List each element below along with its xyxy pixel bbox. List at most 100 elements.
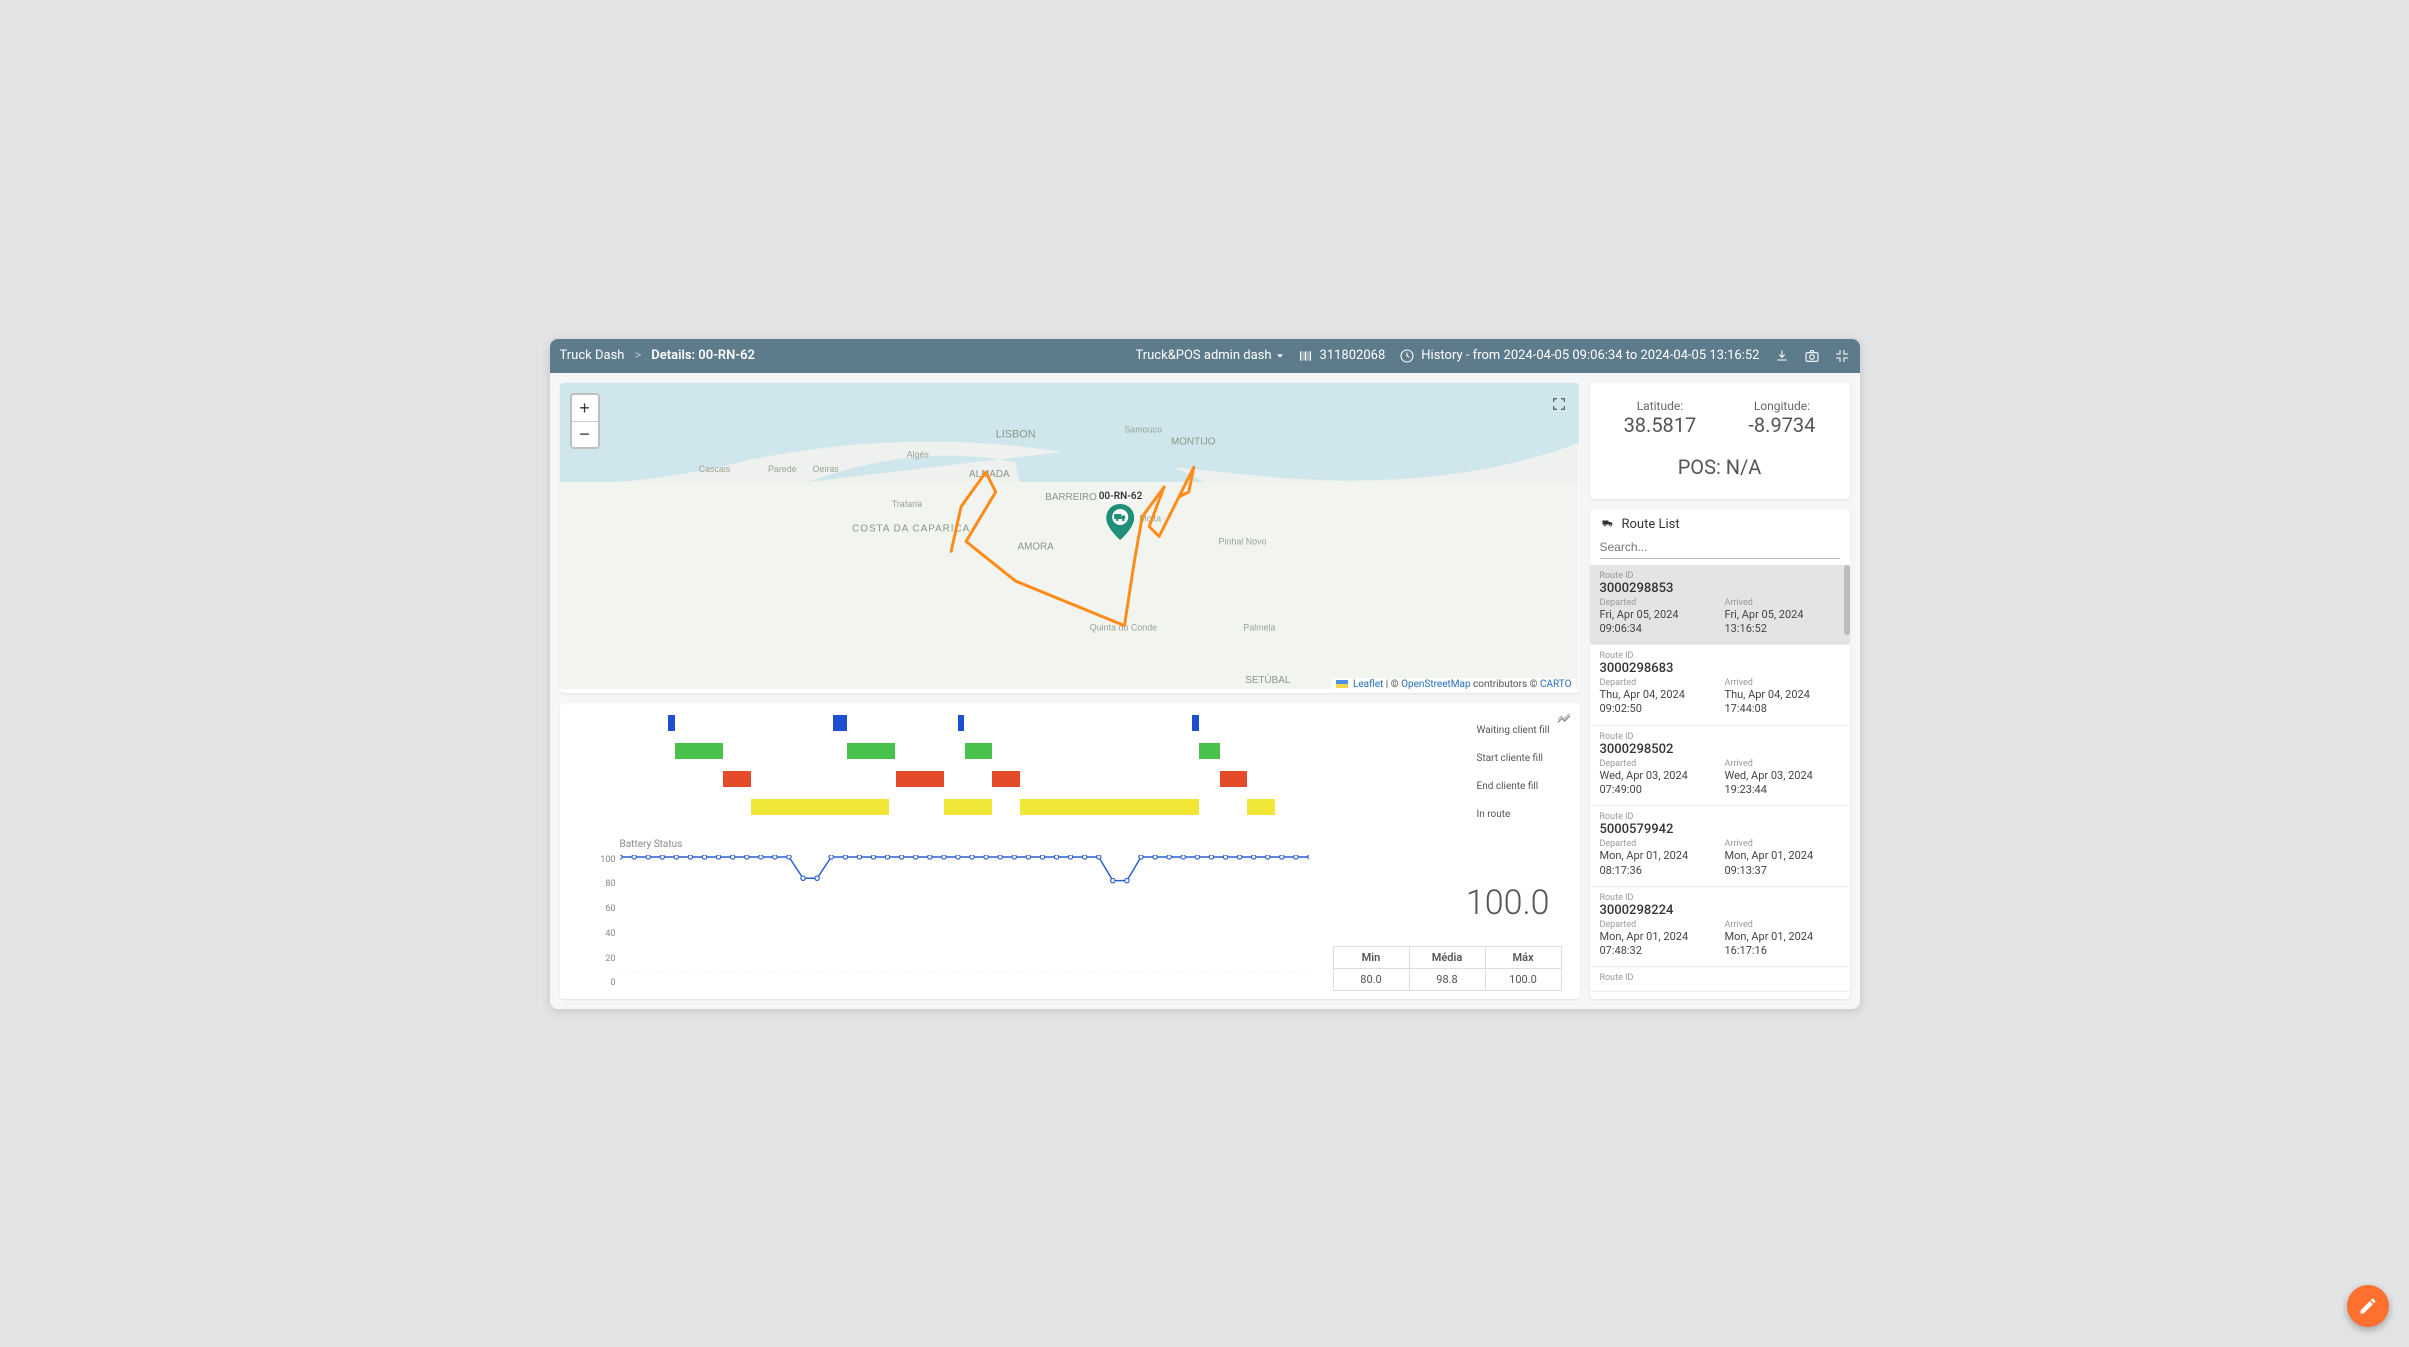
breadcrumb-root[interactable]: Truck Dash — [560, 348, 625, 363]
dashboard-switcher[interactable]: Truck&POS admin dash — [1135, 348, 1283, 363]
data-point — [998, 855, 1002, 859]
right-column: Latitude: 38.5817 Longitude: -8.9734 POS… — [1590, 383, 1850, 999]
stat-min-label: Min — [1334, 947, 1410, 969]
departed-label: Departed — [1600, 598, 1715, 608]
history-label: History - from 2024-04-05 09:06:34 to 20… — [1421, 348, 1759, 363]
svg-text:MONTIJO: MONTIJO — [1170, 436, 1215, 447]
legend-item: Start cliente fill — [1477, 745, 1550, 773]
data-point — [772, 855, 776, 859]
data-point — [744, 855, 748, 859]
data-point — [1293, 855, 1297, 859]
route-item[interactable]: Route ID3000298224DepartedMon, Apr 01, 2… — [1590, 887, 1850, 968]
device-id-block[interactable]: 311802068 — [1298, 348, 1386, 364]
data-point — [899, 855, 903, 859]
chevron-down-icon — [1276, 352, 1284, 360]
battery-y-axis: 100806040200 — [592, 855, 616, 989]
collapse-icon[interactable] — [1834, 348, 1850, 364]
truck-pin-icon — [1107, 504, 1135, 540]
departed-label: Departed — [1600, 839, 1715, 849]
route-search-wrapper — [1590, 536, 1850, 565]
route-id-label: Route ID — [1600, 732, 1840, 742]
header-actions: Truck&POS admin dash 311802068 History -… — [1135, 348, 1849, 364]
main-content: Cascais Parede Oeiras Algés LISBON Samou… — [550, 373, 1860, 1009]
y-tick-label: 60 — [592, 904, 616, 914]
svg-text:Trafaria: Trafaria — [891, 498, 921, 508]
battery-stats-table: Min 80.0 Média 98.8 Máx 100.0 — [1333, 946, 1562, 991]
scrollbar-thumb[interactable] — [1844, 565, 1850, 635]
camera-icon[interactable] — [1804, 348, 1820, 364]
route-id-value: 3000298502 — [1600, 742, 1840, 757]
svg-text:Pinhal Novo: Pinhal Novo — [1218, 536, 1266, 546]
gantt-bar — [1247, 799, 1275, 815]
gantt-bar — [958, 715, 965, 731]
data-point — [941, 855, 945, 859]
data-point — [1181, 855, 1185, 859]
data-point — [1166, 855, 1170, 859]
gantt-bar — [1192, 715, 1199, 731]
download-icon[interactable] — [1774, 348, 1790, 364]
data-point — [885, 855, 889, 859]
stat-max-value: 100.0 — [1486, 969, 1562, 991]
route-id-value: 3000298683 — [1600, 661, 1840, 676]
app-header: Truck Dash > Details: 00-RN-62 Truck&POS… — [550, 339, 1860, 373]
gantt-bar — [847, 743, 895, 759]
route-id-label: Route ID — [1600, 571, 1840, 581]
gantt-bar — [668, 715, 675, 731]
carto-link[interactable]: CARTO — [1540, 679, 1572, 690]
arrived-label: Arrived — [1725, 759, 1840, 769]
data-point — [631, 855, 635, 859]
data-point — [786, 855, 790, 859]
route-item[interactable]: Route ID — [1590, 967, 1850, 992]
map-zoom-controls: + − — [570, 393, 600, 449]
route-list-title: Route List — [1622, 517, 1680, 532]
data-point — [800, 876, 804, 880]
route-item[interactable]: Route ID3000298853DepartedFri, Apr 05, 2… — [1590, 565, 1850, 646]
arrived-value: Thu, Apr 04, 2024 17:44:08 — [1725, 688, 1840, 717]
data-point — [1026, 855, 1030, 859]
app-frame: Truck Dash > Details: 00-RN-62 Truck&POS… — [550, 339, 1860, 1009]
truck-marker-label: 00-RN-62 — [1097, 491, 1145, 502]
arrived-label: Arrived — [1725, 920, 1840, 930]
map-canvas[interactable]: Cascais Parede Oeiras Algés LISBON Samou… — [560, 383, 1580, 690]
svg-text:Cascais: Cascais — [698, 464, 730, 474]
gantt-bar — [675, 743, 723, 759]
data-point — [983, 855, 987, 859]
svg-text:Samouco: Samouco — [1124, 424, 1162, 434]
departed-label: Departed — [1600, 920, 1715, 930]
data-point — [716, 855, 720, 859]
data-point — [1279, 855, 1283, 859]
leaflet-link[interactable]: Leaflet — [1353, 679, 1383, 690]
arrived-value: Fri, Apr 05, 2024 13:16:52 — [1725, 608, 1840, 637]
route-list[interactable]: Route ID3000298853DepartedFri, Apr 05, 2… — [1590, 565, 1850, 999]
data-point — [1152, 855, 1156, 859]
arrived-value: Wed, Apr 03, 2024 19:23:44 — [1725, 769, 1840, 798]
route-item[interactable]: Route ID3000298683DepartedThu, Apr 04, 2… — [1590, 645, 1850, 726]
data-point — [1307, 855, 1309, 859]
data-point — [1138, 855, 1142, 859]
map-expand-button[interactable] — [1548, 393, 1570, 415]
gantt-bar — [1220, 771, 1248, 787]
route-item[interactable]: Route ID3000298502DepartedWed, Apr 03, 2… — [1590, 726, 1850, 807]
battery-line-svg — [620, 855, 1310, 973]
svg-text:Oeiras: Oeiras — [812, 464, 839, 474]
longitude-label: Longitude: — [1748, 399, 1815, 413]
osm-link[interactable]: OpenStreetMap — [1401, 679, 1471, 690]
map-attribution: Leaflet | © OpenStreetMap contributors ©… — [1332, 678, 1575, 691]
history-range[interactable]: History - from 2024-04-05 09:06:34 to 20… — [1399, 348, 1759, 364]
legend-item: End cliente fill — [1477, 773, 1550, 801]
gantt-bar — [896, 771, 944, 787]
gantt-bar — [992, 771, 1020, 787]
breadcrumb-separator: > — [634, 348, 641, 363]
truck-marker[interactable]: 00-RN-62 — [1097, 491, 1145, 544]
route-item[interactable]: Route ID5000579942DepartedMon, Apr 01, 2… — [1590, 806, 1850, 887]
stat-max-label: Máx — [1486, 947, 1562, 969]
truck-icon — [1600, 518, 1616, 530]
zoom-out-button[interactable]: − — [572, 421, 598, 447]
left-column: Cascais Parede Oeiras Algés LISBON Samou… — [560, 383, 1580, 999]
y-tick-label: 40 — [592, 929, 616, 939]
route-search-input[interactable] — [1600, 536, 1840, 559]
chart-expand-button[interactable] — [1556, 711, 1572, 731]
zoom-in-button[interactable]: + — [572, 395, 598, 421]
svg-text:SETÚBAL: SETÚBAL — [1245, 675, 1291, 686]
route-id-label: Route ID — [1600, 651, 1840, 661]
